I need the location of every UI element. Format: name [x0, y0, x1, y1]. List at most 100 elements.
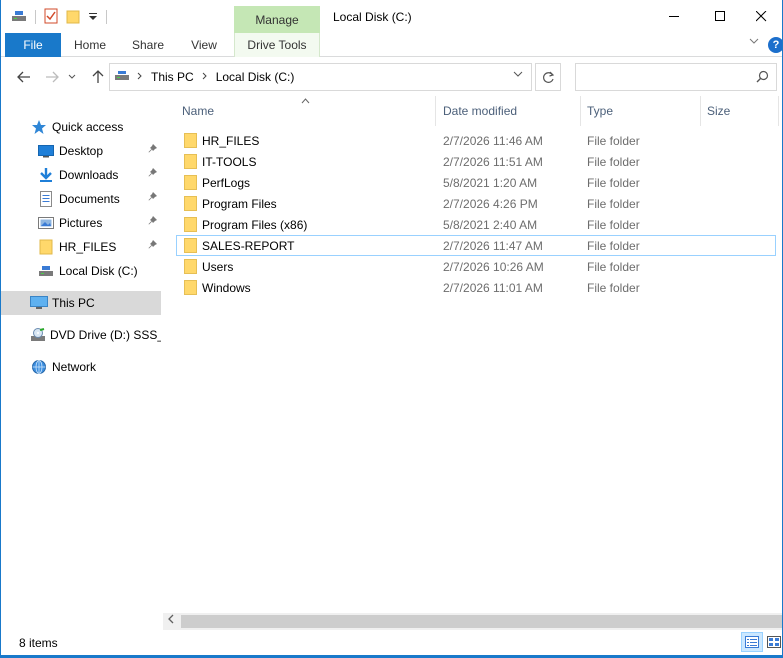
file-row[interactable]: Windows 2/7/2026 11:01 AM File folder [176, 277, 776, 298]
chevron-right-icon[interactable] [137, 72, 143, 83]
up-button[interactable] [87, 66, 109, 88]
file-row[interactable]: HR_FILES 2/7/2026 11:46 AM File folder [176, 130, 776, 151]
toolbar-separator [35, 10, 36, 24]
drive-icon [37, 263, 55, 279]
nav-documents[interactable]: Documents [1, 188, 161, 210]
drive-icon[interactable] [11, 9, 27, 26]
file-row[interactable]: Program Files (x86) 5/8/2021 2:40 AM Fil… [176, 214, 776, 235]
recent-locations-icon[interactable] [65, 66, 79, 88]
pin-icon[interactable] [148, 192, 157, 203]
file-name: Windows [202, 281, 251, 295]
file-name: Users [202, 260, 234, 274]
file-name: HR_FILES [202, 134, 260, 148]
folder-icon [184, 196, 197, 214]
documents-icon [37, 191, 55, 207]
help-button[interactable]: ? [768, 37, 782, 53]
folder-icon [184, 217, 197, 235]
properties-icon[interactable] [44, 8, 58, 27]
downloads-icon [37, 167, 55, 183]
details-view-button[interactable] [741, 632, 763, 652]
tab-drive-tools[interactable]: Drive Tools [237, 33, 317, 57]
folder-icon [184, 280, 197, 298]
search-icon[interactable] [756, 70, 769, 86]
navigation-pane: Quick access Desktop Downloads Documents… [1, 96, 163, 632]
dvd-drive-icon [30, 327, 46, 343]
nav-desktop[interactable]: Desktop [1, 140, 161, 162]
tab-share[interactable]: Share [125, 33, 171, 57]
file-date: 5/8/2021 2:40 AM [443, 218, 538, 232]
tab-file[interactable]: File [5, 33, 61, 57]
column-type[interactable]: Type [582, 96, 701, 126]
nav-label: Network [52, 360, 97, 374]
refresh-button[interactable] [535, 63, 561, 91]
nav-label: Desktop [59, 144, 104, 158]
pin-icon[interactable] [148, 168, 157, 179]
nav-label: DVD Drive (D:) SSS_X6 [50, 328, 161, 342]
scroll-left-icon[interactable] [167, 614, 174, 627]
maximize-button[interactable] [697, 0, 743, 33]
nav-label: This PC [52, 296, 95, 310]
tab-home[interactable]: Home [67, 33, 113, 57]
expand-ribbon-icon[interactable] [749, 37, 759, 48]
file-date: 2/7/2026 10:26 AM [443, 260, 544, 274]
search-input[interactable] [582, 64, 752, 90]
chevron-right-icon[interactable] [202, 72, 208, 83]
desktop-icon [37, 143, 55, 159]
column-date-modified[interactable]: Date modified [438, 96, 581, 126]
scrollbar-thumb[interactable] [181, 615, 782, 628]
nav-quick-access[interactable]: Quick access [1, 116, 161, 138]
folder-icon [184, 175, 197, 193]
column-size[interactable]: Size [702, 96, 779, 126]
horizontal-scrollbar[interactable] [163, 613, 782, 630]
file-row-selected[interactable]: SALES-REPORT 2/7/2026 11:47 AM File fold… [176, 235, 776, 256]
new-folder-icon[interactable] [66, 8, 80, 27]
folder-icon [184, 133, 197, 151]
file-name: IT-TOOLS [202, 155, 257, 169]
file-row[interactable]: Users 2/7/2026 10:26 AM File folder [176, 256, 776, 277]
pin-icon[interactable] [148, 216, 157, 227]
file-row[interactable]: PerfLogs 5/8/2021 1:20 AM File folder [176, 172, 776, 193]
drive-icon [115, 70, 129, 84]
nav-downloads[interactable]: Downloads [1, 164, 161, 186]
status-bar: 8 items [1, 631, 782, 655]
file-date: 2/7/2026 11:51 AM [443, 155, 543, 169]
tab-view[interactable]: View [181, 33, 227, 57]
forward-button[interactable] [41, 66, 63, 88]
nav-label: Local Disk (C:) [59, 264, 138, 278]
nav-dvd-drive[interactable]: DVD Drive (D:) SSS_X6 [1, 324, 161, 346]
close-button[interactable] [738, 0, 782, 33]
network-icon [30, 359, 48, 375]
back-button[interactable] [13, 66, 35, 88]
column-name[interactable]: Name [177, 96, 436, 126]
window-title: Local Disk (C:) [333, 10, 412, 24]
address-bar[interactable]: This PC Local Disk (C:) [109, 63, 532, 91]
file-row[interactable]: Program Files 2/7/2026 4:26 PM File fold… [176, 193, 776, 214]
file-date: 2/7/2026 4:26 PM [443, 197, 538, 211]
ribbon-tabs: File Home Share View Drive Tools ? [1, 33, 782, 57]
manage-tab[interactable]: Manage [234, 6, 320, 33]
folder-icon [184, 259, 197, 277]
address-dropdown-icon[interactable] [513, 70, 523, 81]
pin-icon[interactable] [148, 240, 157, 251]
file-type: File folder [587, 239, 640, 253]
search-box[interactable] [575, 63, 777, 91]
computer-icon [30, 295, 48, 311]
nav-this-pc[interactable]: This PC [1, 291, 161, 315]
file-row[interactable]: IT-TOOLS 2/7/2026 11:51 AM File folder [176, 151, 776, 172]
file-type: File folder [587, 176, 640, 190]
file-type: File folder [587, 281, 640, 295]
pin-icon[interactable] [148, 144, 157, 155]
nav-pictures[interactable]: Pictures [1, 212, 161, 234]
folder-icon [37, 239, 55, 255]
file-name: SALES-REPORT [202, 239, 295, 253]
breadcrumb-this-pc[interactable]: This PC [151, 70, 194, 84]
nav-local-disk[interactable]: Local Disk (C:) [1, 260, 161, 282]
customize-toolbar-icon[interactable] [88, 10, 98, 24]
nav-hr-files[interactable]: HR_FILES [1, 236, 161, 258]
nav-network[interactable]: Network [1, 356, 161, 378]
navigation-bar: This PC Local Disk (C:) [1, 58, 782, 96]
minimize-button[interactable] [651, 0, 697, 33]
toolbar-separator [106, 10, 107, 24]
breadcrumb-local-disk[interactable]: Local Disk (C:) [216, 70, 295, 84]
large-icons-view-button[interactable] [763, 632, 782, 652]
